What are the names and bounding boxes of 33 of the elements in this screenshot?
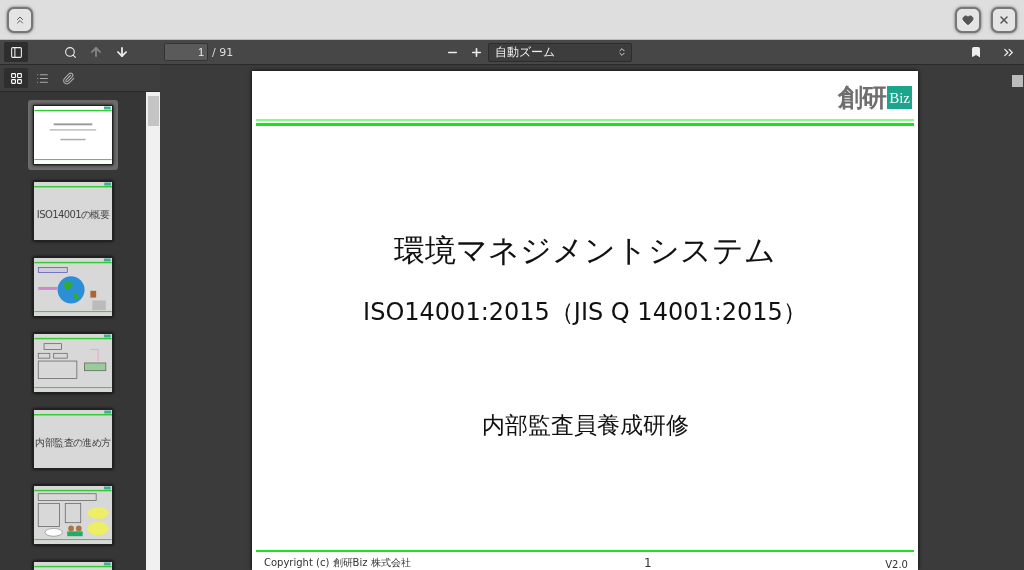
- arrow-down-icon: [115, 45, 129, 59]
- page-count: / 91: [212, 45, 234, 59]
- heart-icon: [962, 13, 974, 26]
- copyright-text: Copyright (c) 創研Biz 株式会社: [264, 556, 411, 570]
- thumbnail-scrollbar[interactable]: [146, 92, 160, 570]
- zoom-value: 自動ズーム: [495, 43, 556, 61]
- search-icon: [63, 45, 77, 59]
- up-down-icon: [617, 47, 628, 57]
- zoom-select[interactable]: 自動ズーム: [488, 42, 633, 62]
- close-button[interactable]: [991, 6, 1017, 33]
- course-name: 内部監査員養成研修: [480, 411, 690, 440]
- sidebar-icon: [9, 45, 23, 59]
- bookmark-icon: [970, 46, 982, 58]
- close-icon: [998, 13, 1010, 26]
- version-text: V2.0: [885, 559, 908, 570]
- page-number-field[interactable]: 1: [164, 43, 208, 61]
- thumbnails-view-tab[interactable]: [4, 68, 28, 88]
- favorite-button[interactable]: [955, 6, 981, 33]
- paperclip-icon: [61, 71, 75, 85]
- sidebar-toggle-button[interactable]: [4, 42, 28, 62]
- list-icon: [35, 71, 49, 85]
- logo-text: 創研: [838, 81, 887, 114]
- slide-number: 1: [644, 556, 652, 570]
- plus-icon: [469, 45, 483, 59]
- slide-subtitle: ISO14001:2015（JIS Q 14001:2015）: [362, 297, 808, 328]
- slide-title: 環境マネジメントシステム: [393, 231, 777, 270]
- thumbnail-title: ISO14001の概要: [36, 208, 110, 222]
- page-scrollbar[interactable]: [1010, 65, 1024, 570]
- page-thumbnail[interactable]: [28, 100, 118, 170]
- logo-badge: Biz: [887, 85, 912, 109]
- grid-icon: [9, 71, 23, 85]
- collapse-button[interactable]: [7, 6, 33, 33]
- thumbnail-title: 内部監査の進め方: [35, 436, 111, 450]
